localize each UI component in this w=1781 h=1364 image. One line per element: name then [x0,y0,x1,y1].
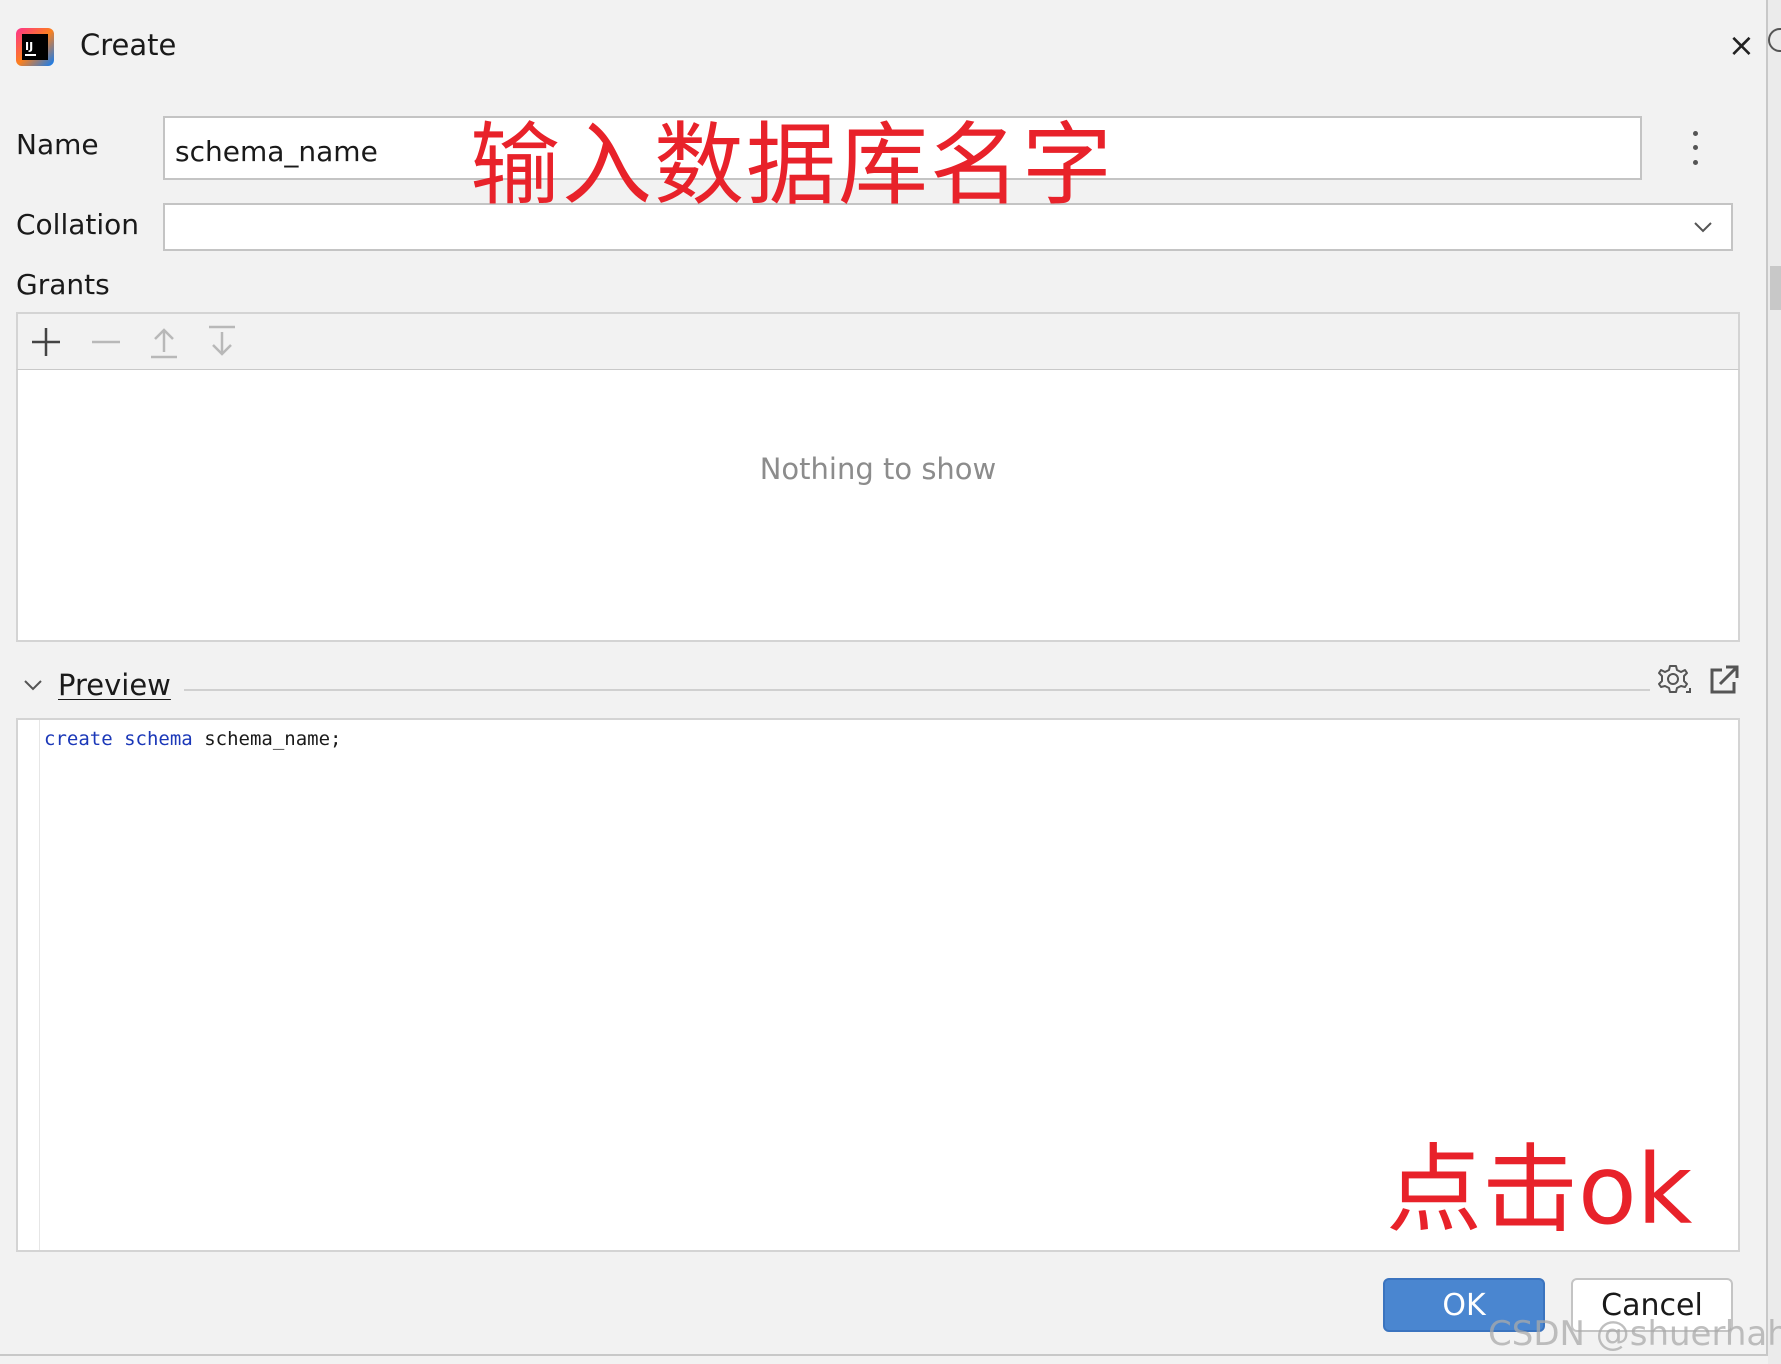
grants-list: Nothing to show [16,370,1740,642]
move-up-icon[interactable] [146,324,182,360]
background-scrollbar [1770,266,1781,310]
collation-label: Collation [16,208,140,241]
annotation-ok-hint: 点击ok [1386,1134,1693,1246]
preview-divider [184,689,1650,691]
search-icon [1768,28,1781,52]
remove-icon[interactable] [88,324,124,360]
name-label: Name [16,128,99,161]
add-icon[interactable] [28,324,64,360]
grants-toolbar [16,312,1740,370]
gear-icon[interactable] [1656,662,1692,698]
code-identifier: schema_name; [204,728,342,750]
svg-text:IJ: IJ [25,40,33,53]
editor-gutter [18,720,40,1250]
watermark: CSDN @shuerhaha [1488,1314,1781,1354]
create-schema-dialog: IJ Create × Name Collation Grants [0,0,1768,1356]
intellij-app-icon: IJ [16,28,54,66]
grants-label: Grants [16,268,110,301]
background-window-edge [1768,0,1781,1364]
annotation-name-hint: 输入数据库名字 [470,113,1114,218]
code-keyword-create: create [44,728,113,750]
more-options-icon[interactable] [1688,126,1702,170]
code-keyword-schema: schema [124,728,193,750]
preview-header: Preview [16,660,1740,710]
close-icon[interactable]: × [1728,28,1755,62]
dialog-title: Create [80,28,177,62]
chevron-down-icon [1694,222,1712,233]
preview-label[interactable]: Preview [58,668,171,702]
chevron-down-icon[interactable] [22,674,44,696]
empty-state-text: Nothing to show [759,452,997,486]
move-down-icon[interactable] [204,324,240,360]
preview-code: create schema schema_name; [44,728,341,750]
title-bar: IJ Create × [0,0,1768,94]
open-in-editor-icon[interactable] [1706,662,1742,698]
